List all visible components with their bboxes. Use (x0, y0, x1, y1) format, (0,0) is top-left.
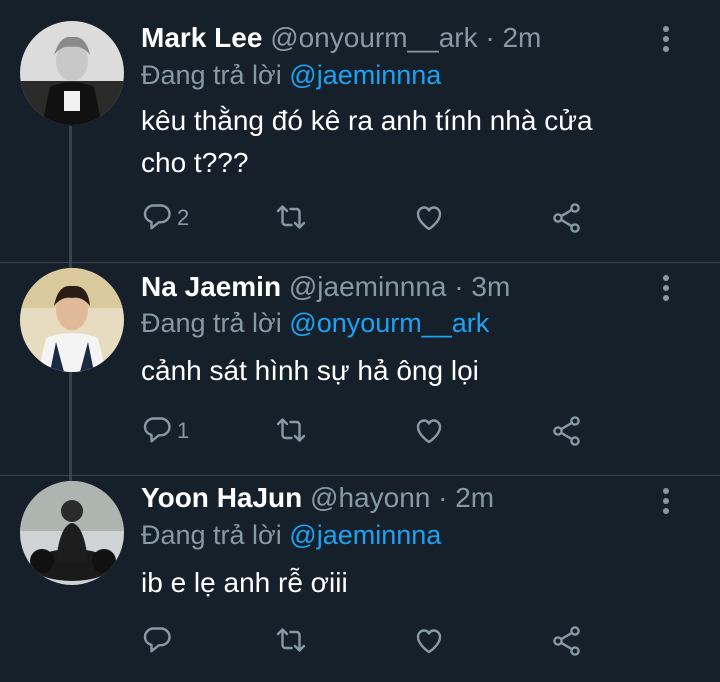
avatar-jaemin[interactable] (20, 268, 124, 372)
timestamp[interactable]: 3m (471, 271, 510, 302)
heart-icon (416, 419, 442, 444)
share-icon (553, 203, 580, 233)
tweet-header: Mark Lee @onyourm__ark · 2m (141, 22, 541, 54)
retweet-button[interactable] (275, 198, 307, 238)
reply-mention[interactable]: @jaeminnna (289, 60, 441, 90)
tweet[interactable]: Mark Lee @onyourm__ark · 2m Đang trả lời… (0, 0, 720, 262)
replying-to-label: Đang trả lời (141, 60, 282, 90)
tweet-header: Yoon HaJun @hayonn · 2m (141, 482, 494, 514)
reply-icon (143, 417, 171, 443)
retweet-button[interactable] (275, 621, 307, 661)
tweet[interactable]: Na Jaemin @jaeminnna · 3m Đang trả lời @… (0, 263, 720, 475)
separator-dot: · (485, 22, 495, 53)
reply-mention[interactable]: @jaeminnna (289, 520, 441, 550)
heart-icon (416, 206, 442, 231)
reply-button[interactable] (141, 621, 177, 661)
reply-button[interactable]: 2 (141, 198, 189, 238)
timestamp[interactable]: 2m (502, 22, 541, 53)
separator-dot: · (438, 482, 448, 513)
retweet-icon (276, 418, 306, 442)
tweet-text: ib e lẹ anh rễ ơiii (141, 567, 348, 598)
replying-to: Đang trả lời @jaeminnna (141, 520, 441, 551)
tweet[interactable]: Yoon HaJun @hayonn · 2m Đang trả lời @ja… (0, 476, 720, 682)
timestamp[interactable]: 2m (455, 482, 494, 513)
display-name[interactable]: Na Jaemin (141, 271, 281, 302)
replying-to: Đang trả lời @jaeminnna (141, 60, 441, 91)
tweet-text: cảnh sát hình sự hả ông lọi (141, 355, 479, 386)
reply-count: 1 (177, 418, 190, 443)
reply-mention[interactable]: @onyourm__ark (289, 308, 489, 338)
like-button[interactable] (413, 621, 445, 661)
avatar-hajun[interactable] (20, 481, 124, 585)
share-icon (553, 416, 580, 446)
replying-to-label: Đang trả lời (141, 520, 282, 550)
like-button[interactable] (413, 411, 445, 451)
replying-to-label: Đang trả lời (141, 308, 282, 338)
username[interactable]: @onyourm__ark (270, 22, 477, 53)
replying-to: Đang trả lời @onyourm__ark (141, 308, 489, 339)
share-button[interactable] (551, 198, 583, 238)
share-icon (553, 626, 580, 656)
retweet-button[interactable] (275, 411, 307, 451)
tweet-header: Na Jaemin @jaeminnna · 3m (141, 271, 510, 303)
tweet-actions: 1 (141, 411, 601, 451)
reply-button[interactable]: 1 (141, 411, 189, 451)
username[interactable]: @jaeminnna (289, 271, 447, 302)
tweet-text: kêu thằng đó kê ra anh tính nhà cửa cho … (141, 105, 593, 178)
more-vertical-icon[interactable] (656, 275, 676, 301)
more-vertical-icon[interactable] (656, 488, 676, 514)
share-button[interactable] (551, 411, 583, 451)
reply-icon (143, 627, 171, 653)
heart-icon (416, 629, 442, 654)
display-name[interactable]: Mark Lee (141, 22, 262, 53)
retweet-icon (276, 205, 306, 229)
more-vertical-icon[interactable] (656, 26, 676, 52)
avatar-markl[interactable] (20, 21, 124, 125)
retweet-icon (276, 628, 306, 652)
tweet-actions: 2 (141, 198, 601, 238)
reply-icon (143, 204, 171, 230)
tweet-actions (141, 621, 601, 661)
username[interactable]: @hayonn (310, 482, 430, 513)
display-name[interactable]: Yoon HaJun (141, 482, 302, 513)
like-button[interactable] (413, 198, 445, 238)
reply-count: 2 (177, 205, 190, 230)
separator-dot: · (454, 271, 464, 302)
share-button[interactable] (551, 621, 583, 661)
